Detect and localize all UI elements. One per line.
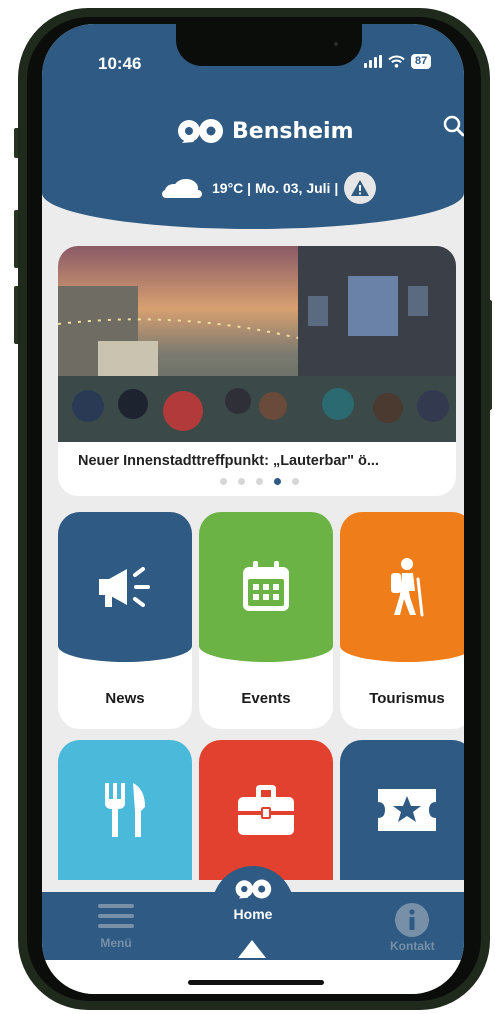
- carousel-dot[interactable]: [292, 478, 299, 485]
- weather-text: 19°C | Mo. 03, Juli |: [212, 180, 339, 196]
- status-icons: 87: [364, 54, 432, 69]
- weather-bar: 19°C | Mo. 03, Juli |: [160, 172, 377, 204]
- tile-tickets-top: [340, 740, 464, 880]
- hamburger-icon: [98, 904, 134, 928]
- calendar-icon: [243, 561, 289, 611]
- carousel-dot[interactable]: [238, 478, 245, 485]
- tile-news[interactable]: News: [58, 512, 192, 729]
- search-icon[interactable]: [442, 114, 464, 138]
- home-logo-icon: [235, 879, 272, 899]
- carousel-dot[interactable]: [220, 478, 227, 485]
- cloud-icon: [162, 179, 202, 198]
- carousel-dot-active[interactable]: [274, 478, 281, 485]
- status-time: 10:46: [98, 54, 142, 73]
- bottom-safe-area: [42, 960, 464, 994]
- tile-gastronomie-top: [58, 740, 192, 880]
- nav-home[interactable]: Home: [212, 876, 294, 922]
- notch: [176, 24, 362, 66]
- app-name: Bensheim: [232, 118, 354, 144]
- wifi-icon: [388, 55, 405, 68]
- home-indicator: [188, 980, 324, 985]
- nav-menu-label: Menü: [100, 936, 132, 950]
- news-image: [58, 246, 456, 442]
- battery-indicator: 87: [411, 54, 432, 69]
- briefcase-icon: [238, 785, 294, 835]
- bensheim-logo-icon: [178, 119, 223, 143]
- warning-button[interactable]: [344, 172, 377, 204]
- signal-icon: [364, 55, 382, 68]
- tile-events-top: [199, 512, 333, 662]
- tile-events-label: Events: [241, 690, 291, 707]
- info-icon: [395, 903, 430, 937]
- tile-tourismus-top: [340, 512, 464, 662]
- tile-tourismus-label: Tourismus: [369, 690, 445, 707]
- tile-news-top: [58, 512, 192, 662]
- tile-gastronomie[interactable]: [58, 740, 192, 880]
- cutlery-icon: [105, 783, 145, 837]
- nav-contact-label: Kontakt: [390, 939, 435, 953]
- tile-wirtschaft[interactable]: [199, 740, 333, 880]
- tile-tourismus[interactable]: Tourismus: [340, 512, 464, 729]
- app-screen: 10:46 87 Bensheim 19°C | Mo. 03, Juli | …: [42, 24, 464, 994]
- tile-news-label: News: [105, 690, 145, 707]
- ticket-star-icon: [378, 789, 436, 831]
- news-carousel-card[interactable]: Neuer Innenstadttreffpunkt: „Lauterbar" …: [58, 246, 456, 496]
- megaphone-icon: [99, 567, 150, 607]
- carousel-dot[interactable]: [256, 478, 263, 485]
- carousel-dots[interactable]: [220, 478, 299, 485]
- tile-wirtschaft-top: [199, 740, 333, 880]
- tile-events[interactable]: Events: [199, 512, 333, 729]
- nav-home-label: Home: [233, 906, 273, 922]
- news-caption: Neuer Innenstadttreffpunkt: „Lauterbar" …: [78, 453, 379, 469]
- nav-menu[interactable]: Menü: [98, 902, 134, 950]
- warning-icon: [351, 180, 370, 196]
- hiker-icon: [391, 558, 424, 617]
- app-header: 10:46 87 Bensheim 19°C | Mo. 03, Juli |: [42, 24, 464, 229]
- active-tab-pointer: [238, 940, 266, 958]
- nav-contact[interactable]: Kontakt: [390, 902, 435, 953]
- tile-tickets[interactable]: [340, 740, 464, 880]
- app-logo: Bensheim: [176, 116, 354, 146]
